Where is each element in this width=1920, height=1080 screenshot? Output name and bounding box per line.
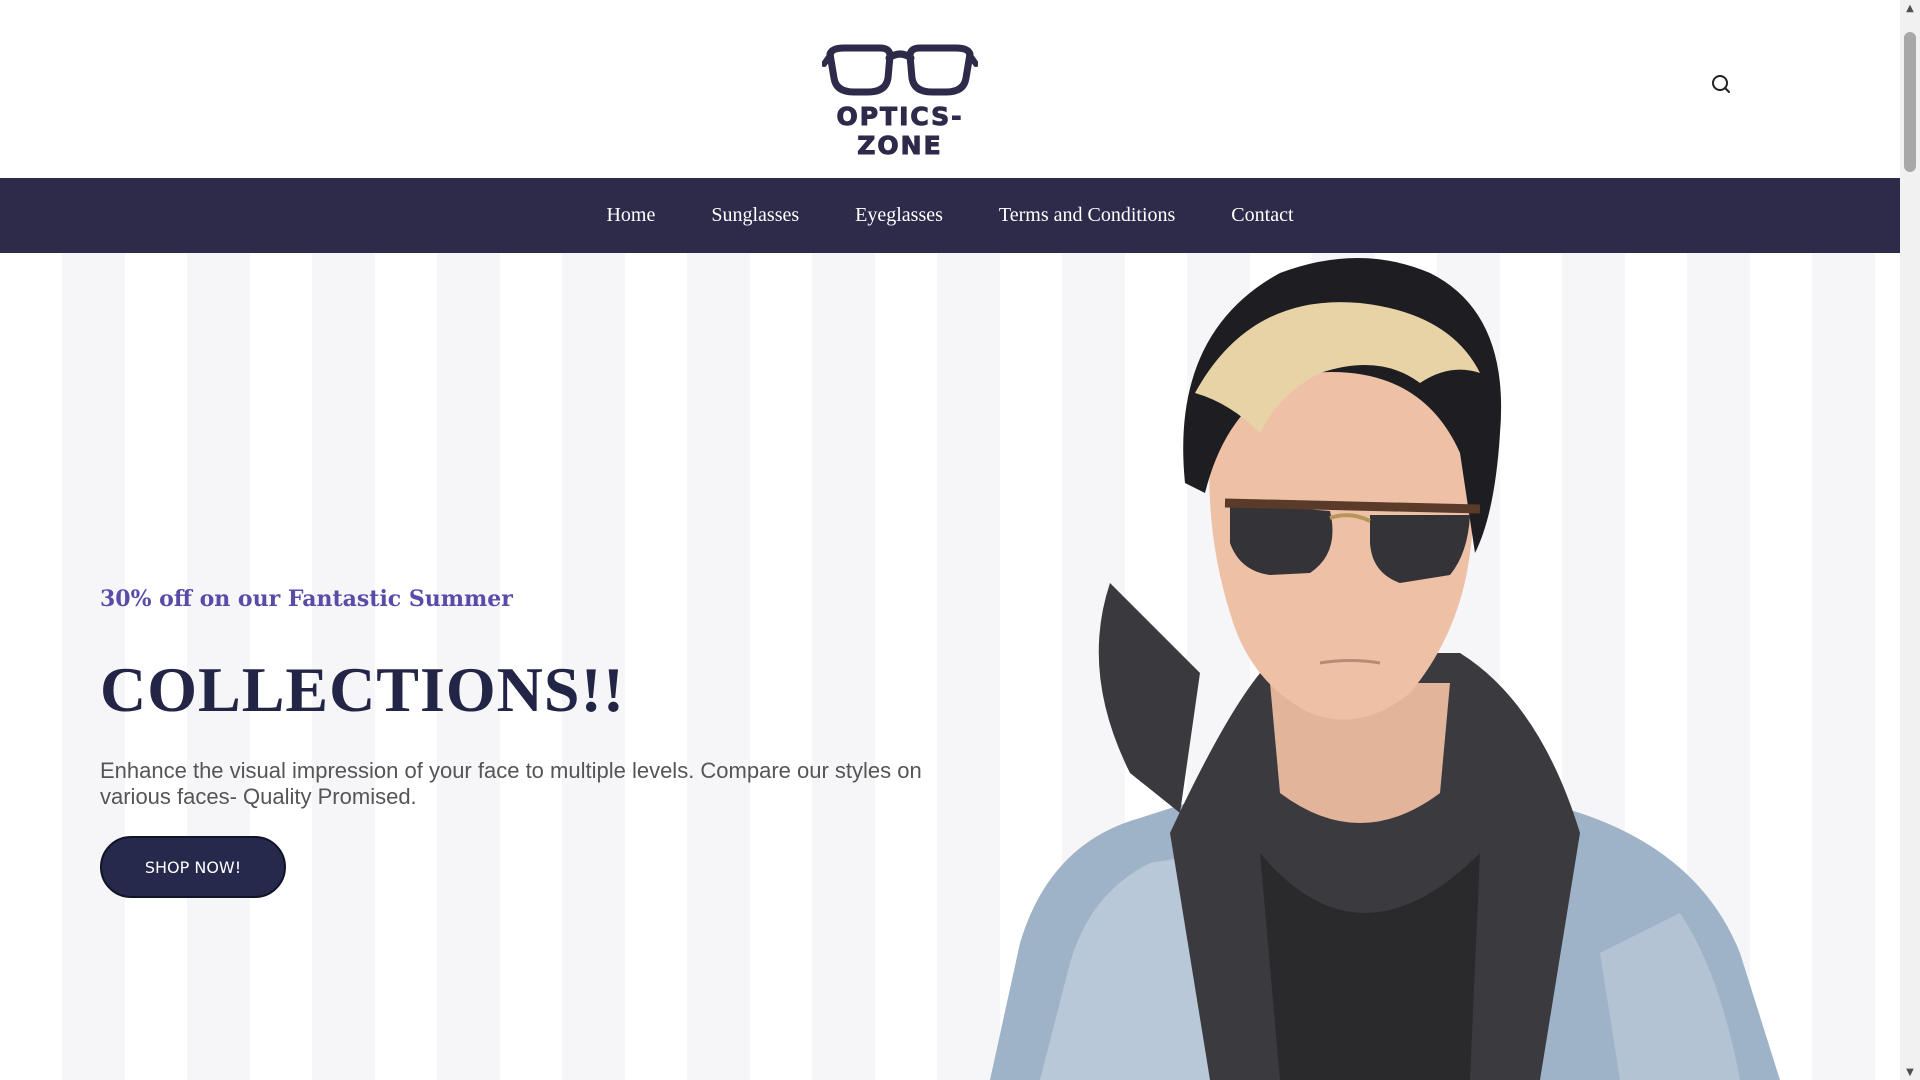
- site-logo[interactable]: OPTICS-ZONE: [798, 44, 1002, 161]
- nav-item-eyeglasses[interactable]: Eyeglasses: [827, 178, 971, 253]
- hero-subtitle: 30% off on our Fantastic Summer: [100, 586, 513, 612]
- hero-section: 30% off on our Fantastic Summer COLLECTI…: [0, 253, 1900, 1080]
- nav-item-contact[interactable]: Contact: [1203, 178, 1321, 253]
- search-button[interactable]: [1706, 70, 1736, 100]
- hero-description: Enhance the visual impression of your fa…: [100, 758, 922, 809]
- glasses-logo-icon: [822, 44, 978, 96]
- scroll-thumb[interactable]: [1904, 32, 1916, 172]
- nav-item-terms[interactable]: Terms and Conditions: [971, 178, 1203, 253]
- hero-title: COLLECTIONS!!: [100, 654, 626, 725]
- nav-item-home[interactable]: Home: [578, 178, 683, 253]
- hero-model-image: [990, 258, 1780, 1080]
- browser-viewport: OPTICS-ZONE Home Sunglasses Eyeglasses T…: [0, 0, 1900, 1080]
- nav-item-sunglasses[interactable]: Sunglasses: [683, 178, 827, 253]
- shop-now-button[interactable]: SHOP NOW!: [100, 836, 286, 898]
- logo-text: OPTICS-ZONE: [836, 102, 964, 161]
- scroll-down-arrow-icon[interactable]: ▼: [1900, 1064, 1920, 1080]
- page: OPTICS-ZONE Home Sunglasses Eyeglasses T…: [0, 0, 1920, 1080]
- main-navigation: Home Sunglasses Eyeglasses Terms and Con…: [0, 178, 1900, 253]
- search-icon: [1712, 75, 1730, 93]
- site-header: OPTICS-ZONE: [0, 0, 1900, 178]
- page-scrollbar[interactable]: ▲ ▼: [1900, 0, 1920, 1080]
- nav-list: Home Sunglasses Eyeglasses Terms and Con…: [0, 178, 1900, 253]
- scroll-up-arrow-icon[interactable]: ▲: [1900, 0, 1920, 16]
